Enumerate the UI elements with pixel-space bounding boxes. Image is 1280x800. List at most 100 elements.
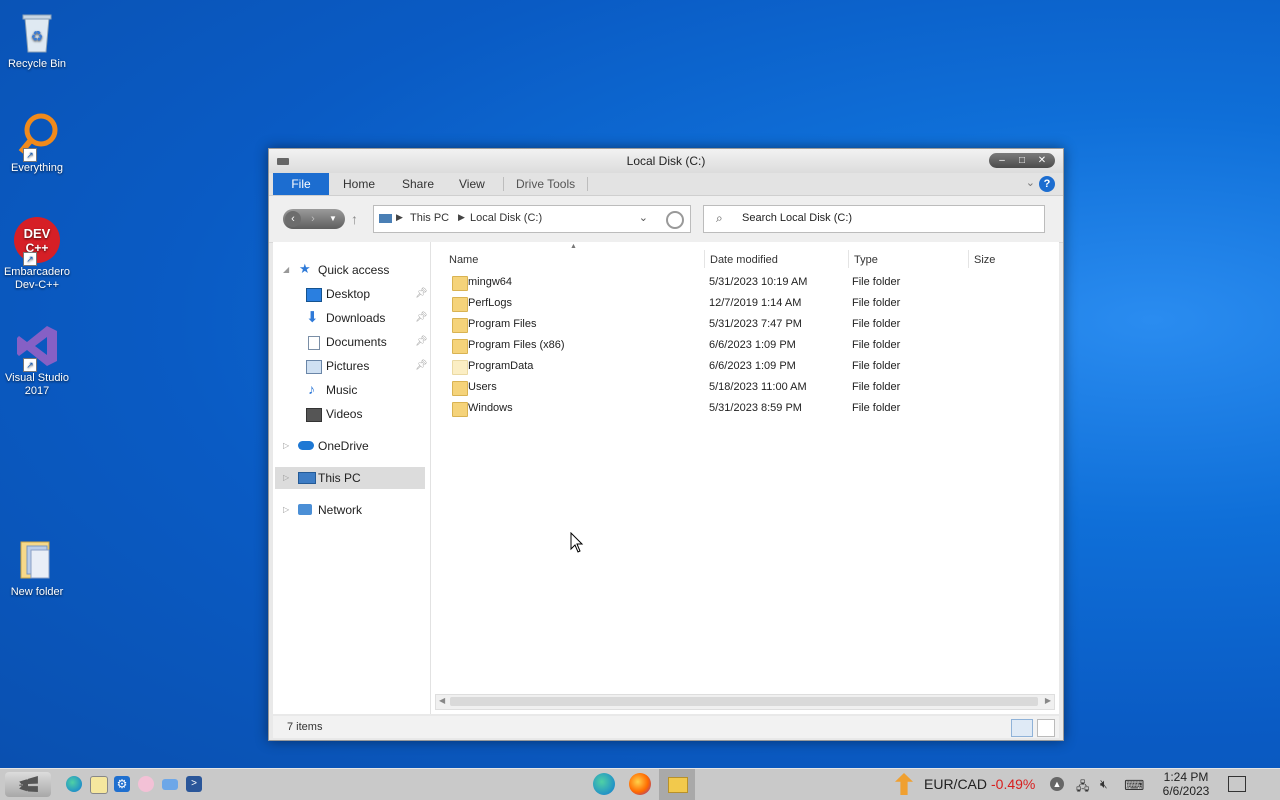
keyboard-quicklaunch-icon[interactable] <box>162 779 178 790</box>
desktop-icon-visual-studio[interactable]: ↗ Visual Studio 2017 <box>2 322 72 398</box>
desktop-icon-recycle-bin[interactable]: ♻ Recycle Bin <box>2 8 72 71</box>
firefox-taskbar-icon[interactable] <box>629 773 651 795</box>
expand-arrow-icon[interactable]: ▷ <box>283 435 289 457</box>
navigation-pane: ◢ ★ Quick access Desktop 📌︎ ⬇ Downloads … <box>273 242 431 714</box>
desktop-icon-devcpp[interactable]: DEV C++ ↗ Embarcadero Dev-C++ <box>2 216 72 292</box>
sidebar-item-documents[interactable]: Documents 📌︎ <box>273 331 428 353</box>
currency-change[interactable]: -0.49% <box>991 776 1035 792</box>
file-row[interactable]: Program Files (x86) 6/6/2023 1:09 PM Fil… <box>445 335 1047 356</box>
file-row[interactable]: Program Files 5/31/2023 7:47 PM File fol… <box>445 314 1047 335</box>
column-header-name[interactable]: Name <box>449 254 478 266</box>
powershell-quicklaunch-icon[interactable]: > <box>186 776 202 792</box>
column-divider[interactable] <box>968 250 969 268</box>
edge-quicklaunch-icon[interactable] <box>66 776 82 792</box>
expand-ribbon-chevron-icon[interactable]: ⌄ <box>1026 176 1035 189</box>
edge-taskbar-icon[interactable] <box>593 773 615 795</box>
sidebar-item-label: Pictures <box>326 359 370 373</box>
file-type: File folder <box>852 339 901 351</box>
tab-drive-tools[interactable]: Drive Tools <box>516 173 575 195</box>
breadcrumb-arrow-icon[interactable]: ▶ <box>396 212 403 223</box>
sidebar-item-downloads[interactable]: ⬇ Downloads 📌︎ <box>273 307 428 329</box>
notepad-quicklaunch-icon[interactable] <box>90 776 108 794</box>
show-hidden-icons-icon[interactable]: ▲ <box>1050 777 1064 791</box>
forward-button[interactable]: › <box>305 211 321 227</box>
file-explorer-window[interactable]: Local Disk (C:) – □ ✕ File Home Share Vi… <box>268 148 1064 741</box>
desktop-icon-label: Recycle Bin <box>7 58 67 70</box>
sidebar-item-videos[interactable]: Videos <box>273 403 428 425</box>
search-input[interactable]: Search Local Disk (C:) <box>742 212 852 224</box>
sidebar-item-quick-access[interactable]: ◢ ★ Quick access <box>273 259 428 281</box>
sidebar-item-label: Music <box>326 383 358 397</box>
network-tray-icon[interactable]: 🖧︎ <box>1076 777 1089 798</box>
file-type: File folder <box>852 360 901 372</box>
collapse-arrow-icon[interactable]: ◢ <box>283 259 289 281</box>
column-header-date-modified[interactable]: Date modified <box>710 254 778 266</box>
window-controls: – □ ✕ <box>989 153 1055 168</box>
minimize-button[interactable]: – <box>993 154 1011 167</box>
sidebar-item-onedrive[interactable]: ▷ OneDrive <box>273 435 428 457</box>
tab-view[interactable]: View <box>459 173 485 195</box>
sidebar-item-music[interactable]: ♪ Music <box>273 379 428 401</box>
file-row[interactable]: Windows 5/31/2023 8:59 PM File folder <box>445 398 1047 419</box>
file-type: File folder <box>852 381 901 393</box>
tab-share[interactable]: Share <box>402 173 434 195</box>
scroll-right-icon[interactable]: ▶ <box>1045 696 1051 705</box>
file-row[interactable]: Users 5/18/2023 11:00 AM File folder <box>445 377 1047 398</box>
breadcrumb-arrow-icon[interactable]: ▶ <box>458 212 465 223</box>
folder-icon <box>452 318 468 333</box>
large-icons-view-icon[interactable] <box>1037 719 1055 737</box>
sidebar-item-network[interactable]: ▷ Network <box>273 499 428 521</box>
start-button[interactable] <box>5 772 51 797</box>
expand-arrow-icon[interactable]: ▷ <box>283 499 289 521</box>
column-divider[interactable] <box>848 250 849 268</box>
help-button[interactable]: ? <box>1039 176 1055 192</box>
refresh-icon[interactable] <box>666 211 684 229</box>
sidebar-item-label: Desktop <box>326 287 371 301</box>
recycle-bin-icon: ♻ <box>13 8 61 56</box>
breadcrumb-this-pc[interactable]: This PC <box>410 212 449 224</box>
recent-locations-dropdown[interactable]: ▼ <box>325 211 341 227</box>
close-button[interactable]: ✕ <box>1033 154 1051 167</box>
scroll-left-icon[interactable]: ◀ <box>439 696 445 705</box>
details-view-icon[interactable] <box>1011 719 1033 737</box>
sidebar-item-desktop[interactable]: Desktop 📌︎ <box>273 283 428 305</box>
up-button[interactable]: ↑ <box>351 211 358 227</box>
paint-quicklaunch-icon[interactable] <box>138 776 154 792</box>
column-header-type[interactable]: Type <box>854 254 878 266</box>
column-divider[interactable] <box>704 250 705 268</box>
desktop-icon-everything[interactable]: ↗ Everything <box>2 112 72 175</box>
expand-arrow-icon[interactable]: ▷ <box>283 467 289 489</box>
sidebar-item-pictures[interactable]: Pictures 📌︎ <box>273 355 428 377</box>
system-clock[interactable]: 1:24 PM 6/6/2023 <box>1158 770 1214 798</box>
pin-icon: 📌︎ <box>415 360 428 371</box>
file-row[interactable]: PerfLogs 12/7/2019 1:14 AM File folder <box>445 293 1047 314</box>
tab-file[interactable]: File <box>273 173 329 195</box>
keyboard-tray-icon[interactable]: ⌨ <box>1124 777 1144 794</box>
notifications-icon[interactable] <box>1228 776 1246 792</box>
computer-icon <box>298 472 316 484</box>
column-header-size[interactable]: Size <box>974 254 995 266</box>
currency-ticker-icon[interactable] <box>895 773 913 795</box>
settings-quicklaunch-icon[interactable]: ⚙ <box>114 776 130 792</box>
sidebar-item-this-pc[interactable]: ▷ This PC <box>275 467 425 489</box>
back-button[interactable]: ‹ <box>285 211 301 227</box>
file-list[interactable]: ▲ Name Date modified Type Size mingw64 5… <box>431 242 1059 714</box>
file-explorer-taskbar-icon <box>668 777 688 793</box>
file-explorer-taskbar-button[interactable] <box>659 769 695 800</box>
title-bar[interactable]: Local Disk (C:) – □ ✕ <box>269 149 1063 173</box>
breadcrumb-local-disk[interactable]: Local Disk (C:) <box>470 212 542 224</box>
scrollbar-thumb[interactable] <box>450 697 1038 706</box>
file-row[interactable]: mingw64 5/31/2023 10:19 AM File folder <box>445 272 1047 293</box>
tab-home[interactable]: Home <box>343 173 375 195</box>
address-history-dropdown-icon[interactable]: ⌄ <box>639 211 648 224</box>
file-row[interactable]: ProgramData 6/6/2023 1:09 PM File folder <box>445 356 1047 377</box>
currency-pair[interactable]: EUR/CAD <box>924 776 987 792</box>
file-name: PerfLogs <box>468 297 513 309</box>
horizontal-scrollbar[interactable]: ◀ ▶ <box>435 694 1055 710</box>
desktop-icon-new-folder[interactable]: New folder <box>2 536 72 599</box>
search-box[interactable]: ⌕ Search Local Disk (C:) <box>703 205 1045 233</box>
volume-muted-icon[interactable]: 🔇︎ <box>1100 777 1108 792</box>
address-bar[interactable]: ▶ This PC ▶ Local Disk (C:) ⌄ <box>373 205 691 233</box>
maximize-button[interactable]: □ <box>1013 154 1031 167</box>
file-type: File folder <box>852 276 901 288</box>
